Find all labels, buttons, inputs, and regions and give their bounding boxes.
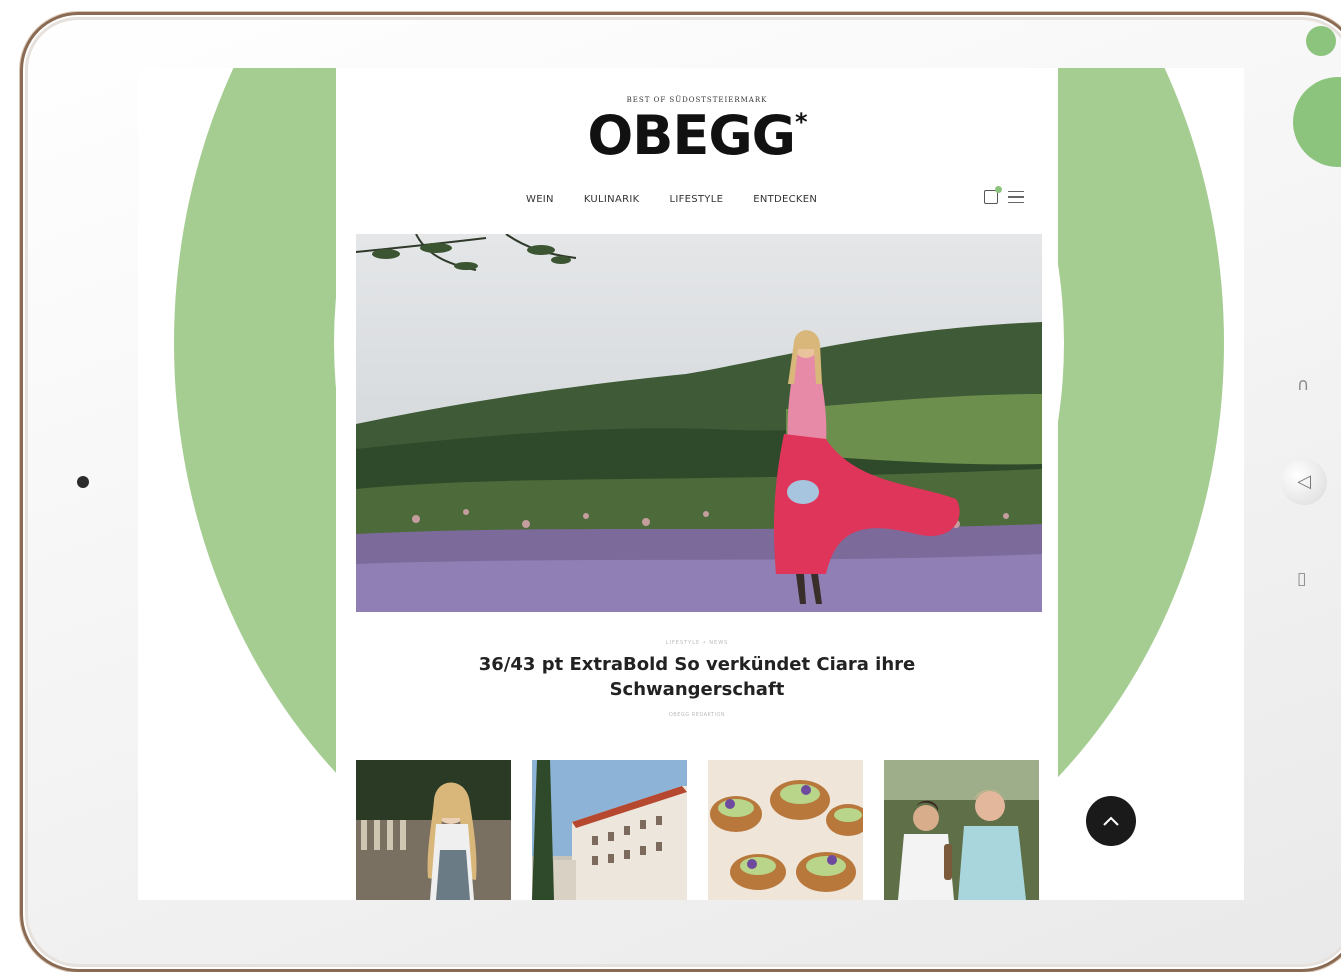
thumbnail-photo bbox=[532, 760, 687, 900]
logo-text: OBEGG bbox=[587, 104, 796, 167]
back-icon[interactable]: ◁ bbox=[1281, 459, 1327, 505]
chevron-up-icon bbox=[1103, 816, 1119, 826]
headphones-icon[interactable]: ∩ bbox=[1297, 377, 1309, 394]
article-byline: OBEGG REDAKTION bbox=[668, 712, 726, 718]
thumbnail-photo bbox=[708, 760, 863, 900]
decorative-dot-small bbox=[1306, 26, 1336, 56]
article-headline[interactable]: 36/43 pt ExtraBold So verkündet Ciara ih… bbox=[436, 652, 958, 702]
menu-icon[interactable] bbox=[1008, 190, 1024, 204]
hero-image[interactable] bbox=[356, 234, 1042, 612]
thumbnail-food[interactable] bbox=[708, 760, 863, 900]
nav-item-entdecken[interactable]: ENTDECKEN bbox=[753, 194, 817, 205]
thumbnail-row bbox=[356, 760, 1040, 900]
document-icon[interactable]: ▯ bbox=[1297, 571, 1306, 588]
thumbnail-castle[interactable] bbox=[532, 760, 687, 900]
article-kicker: LIFESTYLE • NEWS bbox=[665, 640, 729, 646]
thumbnail-chefs[interactable] bbox=[884, 760, 1039, 900]
thumbnail-woman-dirndl[interactable] bbox=[356, 760, 511, 900]
header-tools bbox=[984, 186, 1024, 204]
tablet-screen: BEST OF SÜDOSTSTEIERMARK OBEGG* WEIN KUL… bbox=[138, 68, 1244, 900]
shopping-bag-icon[interactable] bbox=[984, 186, 1002, 204]
nav-item-wein[interactable]: WEIN bbox=[526, 194, 554, 205]
nav-item-kulinarik[interactable]: KULINARIK bbox=[584, 194, 640, 205]
nav-item-lifestyle[interactable]: LIFESTYLE bbox=[669, 194, 723, 205]
main-navigation: WEIN KULINARIK LIFESTYLE ENTDECKEN bbox=[526, 194, 817, 205]
thumbnail-photo bbox=[884, 760, 1039, 900]
hero-photo bbox=[356, 234, 1042, 612]
scroll-to-top-button[interactable] bbox=[1086, 796, 1136, 846]
front-camera bbox=[77, 476, 89, 488]
brand-tagline: BEST OF SÜDOSTSTEIERMARK bbox=[626, 96, 768, 104]
logo-star: * bbox=[795, 108, 808, 136]
thumbnail-photo bbox=[356, 760, 511, 900]
site-logo[interactable]: OBEGG* bbox=[336, 104, 1058, 167]
